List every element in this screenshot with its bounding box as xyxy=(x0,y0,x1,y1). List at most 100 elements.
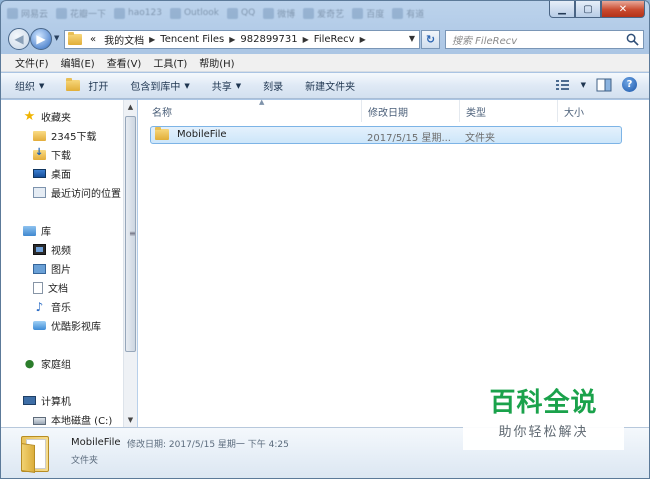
share-label: 共享 xyxy=(211,82,232,93)
download-folder-icon xyxy=(33,147,46,160)
chevron-down-icon[interactable]: ▼ xyxy=(409,34,415,43)
nav-computer[interactable]: 计算机 xyxy=(23,393,71,408)
ghost-item: 爱奇艺 xyxy=(303,5,344,21)
nav-item-desktop[interactable]: 桌面 xyxy=(33,166,71,181)
search-icon[interactable] xyxy=(626,33,639,46)
scrollbar-thumb[interactable]: ≡ xyxy=(125,116,136,352)
arrow-left-icon: ◀ xyxy=(14,32,24,46)
menu-edit[interactable]: 编辑(E) xyxy=(55,55,101,70)
file-row[interactable]: MobileFile 2017/5/15 星期... 文件夹 xyxy=(150,126,622,144)
watermark: 百科全说 助你轻松解决 xyxy=(463,377,624,450)
watermark-title: 百科全说 xyxy=(489,388,598,418)
close-button[interactable]: ✕ xyxy=(601,1,645,18)
menu-file[interactable]: 文件(F) xyxy=(9,55,55,70)
picture-icon xyxy=(33,263,46,274)
folder-icon xyxy=(68,32,82,45)
nav-libraries[interactable]: 库 xyxy=(23,223,51,238)
scroll-up-icon[interactable]: ▲ xyxy=(124,100,137,114)
star-icon: ★ xyxy=(23,108,36,124)
ghost-item: 有道 xyxy=(392,5,424,21)
chevron-right-icon[interactable]: ▶ xyxy=(359,35,367,44)
column-header-type[interactable]: 类型 xyxy=(460,100,558,122)
nav-libraries-label: 库 xyxy=(41,227,51,238)
chevron-right-icon[interactable]: ▶ xyxy=(228,35,236,44)
library-icon xyxy=(23,225,36,236)
chevron-down-icon: ▼ xyxy=(235,81,242,90)
help-icon[interactable]: ? xyxy=(622,77,637,92)
nav-favorites[interactable]: ★ 收藏夹 xyxy=(23,108,71,125)
nav-item-label: 文档 xyxy=(48,284,68,295)
breadcrumb-my-documents[interactable]: 我的文档 xyxy=(100,32,148,47)
sort-ascending-icon: ▲ xyxy=(259,98,265,106)
organize-label: 组织 xyxy=(15,82,35,93)
navigation-pane: ★ 收藏夹 2345下载 下载 桌面 最近访问的位置 库 视频 xyxy=(1,100,137,427)
chevron-right-icon[interactable]: ▶ xyxy=(148,35,156,44)
window-controls: ▁ ▢ ✕ xyxy=(549,1,645,18)
details-name: MobileFile xyxy=(71,437,121,448)
share-button[interactable]: 共享 ▼ xyxy=(211,78,242,94)
nav-item-label: 2345下载 xyxy=(51,132,97,143)
breadcrumb-filerecv[interactable]: FileRecv xyxy=(310,34,359,45)
view-options-icon[interactable] xyxy=(555,78,571,92)
back-button[interactable]: ◀ xyxy=(8,28,30,50)
column-header-name[interactable]: 名称 ▲ xyxy=(146,98,362,122)
include-in-library-button[interactable]: 包含到库中 ▼ xyxy=(130,78,190,94)
column-header-size[interactable]: 大小 xyxy=(558,100,638,122)
recent-pages-dropdown[interactable]: ▼ xyxy=(54,34,59,42)
preview-pane-icon[interactable] xyxy=(596,78,612,92)
minimize-icon: ▁ xyxy=(558,3,566,15)
nav-item-recent-places[interactable]: 最近访问的位置 xyxy=(33,185,121,200)
minimize-button[interactable]: ▁ xyxy=(549,1,575,18)
nav-item-label: 视频 xyxy=(51,246,71,257)
homegroup-icon: ● xyxy=(24,356,35,370)
maximize-icon: ▢ xyxy=(583,3,593,15)
column-header-modified[interactable]: 修改日期 xyxy=(362,100,460,122)
chevron-down-icon: ▼ xyxy=(184,81,190,90)
address-bar[interactable]: « 我的文档 ▶ Tencent Files ▶ 982899731 ▶ Fil… xyxy=(64,30,420,49)
menu-view[interactable]: 查看(V) xyxy=(101,55,148,70)
scroll-down-icon[interactable]: ▼ xyxy=(124,413,137,427)
nav-item-documents[interactable]: 文档 xyxy=(33,280,68,295)
nav-item-pictures[interactable]: 图片 xyxy=(33,261,71,276)
new-folder-button[interactable]: 新建文件夹 xyxy=(305,78,355,93)
menu-help[interactable]: 帮助(H) xyxy=(193,55,240,70)
grip-icon: ≡ xyxy=(129,229,136,238)
open-button[interactable]: 打开 xyxy=(66,78,108,93)
forward-button[interactable]: ▶ xyxy=(30,28,52,50)
file-name-cell: MobileFile xyxy=(155,127,227,140)
refresh-button[interactable]: ↻ xyxy=(421,30,440,49)
chevron-right-icon[interactable]: ▶ xyxy=(302,35,310,44)
ghost-item: 百度 xyxy=(352,5,384,21)
nav-item-local-disk-c[interactable]: 本地磁盘 (C:) xyxy=(33,412,112,427)
nav-pane-scrollbar[interactable]: ▲ ≡ ▼ xyxy=(123,100,137,427)
breadcrumb-overflow[interactable]: « xyxy=(86,34,100,45)
ghost-item: hao123 xyxy=(114,5,162,21)
nav-homegroup[interactable]: ● 家庭组 xyxy=(23,356,71,371)
breadcrumb-account[interactable]: 982899731 xyxy=(236,34,301,45)
nav-item-label: 图片 xyxy=(51,265,71,276)
nav-item-videos[interactable]: 视频 xyxy=(33,242,71,257)
ghost-item: 微博 xyxy=(263,5,295,21)
chevron-down-icon[interactable]: ▼ xyxy=(581,81,586,89)
search-input[interactable]: 搜索 FileRecv xyxy=(445,30,644,49)
file-type: 文件夹 xyxy=(465,133,495,144)
breadcrumb-tencent-files[interactable]: Tencent Files xyxy=(156,34,228,45)
ghost-item: 花瓣一下 xyxy=(56,5,106,21)
burn-button[interactable]: 刻录 xyxy=(263,78,283,93)
organize-button[interactable]: 组织 ▼ xyxy=(15,78,44,94)
nav-item-2345-downloads[interactable]: 2345下载 xyxy=(33,128,96,143)
nav-item-youku-library[interactable]: 优酷影视库 xyxy=(33,318,101,333)
menu-bar: 文件(F) 编辑(E) 查看(V) 工具(T) 帮助(H) xyxy=(1,54,649,72)
details-type: 文件夹 xyxy=(71,456,99,466)
burn-label: 刻录 xyxy=(263,82,284,93)
nav-item-label: 优酷影视库 xyxy=(51,322,101,333)
menu-tools[interactable]: 工具(T) xyxy=(147,55,193,70)
nav-item-label: 本地磁盘 (C:) xyxy=(51,416,113,427)
maximize-button[interactable]: ▢ xyxy=(575,1,601,18)
search-placeholder: 搜索 FileRecv xyxy=(452,36,518,47)
nav-item-music[interactable]: ♪ 音乐 xyxy=(33,299,71,315)
nav-item-downloads[interactable]: 下载 xyxy=(33,147,71,162)
large-folder-icon xyxy=(21,436,49,473)
ghost-item: Outlook xyxy=(169,5,219,21)
navigation-row: ◀ ▶ ▼ « 我的文档 ▶ Tencent Files ▶ 982899731… xyxy=(1,25,649,53)
